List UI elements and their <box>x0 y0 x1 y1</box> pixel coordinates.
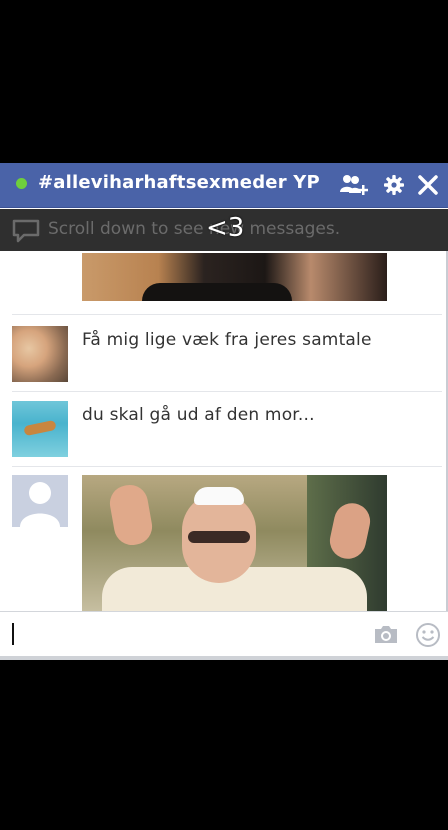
message-divider <box>12 466 442 467</box>
shared-photo[interactable] <box>82 253 387 301</box>
close-icon[interactable] <box>416 173 442 197</box>
message-list[interactable]: Få mig lige væk fra jeres samtale du ska… <box>0 251 448 611</box>
online-status-dot <box>16 178 27 189</box>
chat-window: #alleviharhaftsexmeder YP Scroll down to… <box>0 163 448 660</box>
message-input[interactable] <box>16 618 350 652</box>
camera-icon[interactable] <box>372 622 400 650</box>
avatar[interactable] <box>12 475 68 527</box>
message-text: Få mig lige væk fra jeres samtale <box>82 330 372 350</box>
avatar[interactable] <box>12 401 68 457</box>
avatar[interactable] <box>12 326 68 382</box>
chat-titlebar[interactable]: #alleviharhaftsexmeder YP <box>0 163 448 208</box>
message-divider <box>12 391 442 392</box>
new-messages-notice[interactable]: Scroll down to see new messages. <3 <box>0 209 448 251</box>
message-text: du skal gå ud af den mor... <box>82 405 315 425</box>
chat-title[interactable]: #alleviharhaftsexmeder YP <box>38 172 320 193</box>
message-divider <box>12 314 442 315</box>
shared-photo[interactable] <box>82 475 387 611</box>
text-cursor <box>12 623 14 645</box>
heart-overlay-text: <3 <box>206 213 245 243</box>
notice-text: Scroll down to see new messages. <box>48 219 341 239</box>
window-bottom-edge <box>0 656 448 660</box>
message-composer[interactable] <box>0 611 448 657</box>
emoji-icon[interactable] <box>415 622 441 652</box>
gear-icon[interactable] <box>382 173 408 197</box>
chat-bubble-icon <box>12 219 40 248</box>
default-profile-icon <box>20 482 60 527</box>
list-item <box>0 475 446 611</box>
add-people-icon[interactable] <box>340 173 368 197</box>
